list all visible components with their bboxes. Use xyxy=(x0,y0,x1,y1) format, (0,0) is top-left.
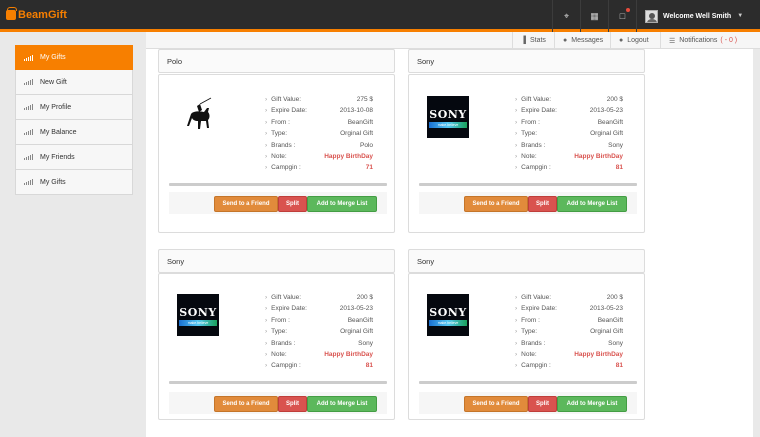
logout-label: Logout xyxy=(627,37,649,44)
progress-bar xyxy=(169,183,387,186)
comment-icon: ● xyxy=(619,37,624,44)
gift-card-title: Sony xyxy=(408,249,645,273)
sony-logo: SONY make.believe xyxy=(177,294,219,336)
notifications-link[interactable]: ☰ Notifications ( - 0 ) xyxy=(660,32,760,49)
send-to-friend-button[interactable]: Send to a Friend xyxy=(464,196,528,212)
sidebar-item-label: My Balance xyxy=(40,128,77,136)
split-button[interactable]: Split xyxy=(528,196,557,212)
messages-link[interactable]: ● Messages xyxy=(554,32,610,49)
progress-bar xyxy=(419,381,637,384)
sidebar-item-my-gifts-2[interactable]: My Gifts xyxy=(15,170,133,195)
avatar xyxy=(645,9,658,23)
user-name: Welcome Well Smith xyxy=(663,12,732,20)
gift-icon xyxy=(6,7,17,20)
gift-card: SONY make.believe Gift Value:200 $ Expir… xyxy=(158,273,395,420)
bar-chart-icon xyxy=(24,154,34,160)
bar-chart-icon xyxy=(24,54,34,61)
notification-dot xyxy=(626,8,630,12)
grid-button[interactable]: ▦ xyxy=(580,0,608,32)
sub-nav: ▐ Stats ● Messages ● Logout ☰ Notificati… xyxy=(146,32,760,49)
logout-link[interactable]: ● Logout xyxy=(610,32,660,49)
bar-chart-icon xyxy=(24,104,34,110)
gift-info: Gift Value:200 $ Expire Date:2013-05-23 … xyxy=(265,294,373,374)
split-button[interactable]: Split xyxy=(278,196,307,212)
user-menu[interactable]: Welcome Well Smith ▼ xyxy=(636,0,760,32)
gift-card: SONY make.believe Gift Value:200 $ Expir… xyxy=(408,74,645,233)
messages-label: Messages xyxy=(571,37,604,44)
bar-chart-icon xyxy=(24,79,34,85)
gift-actions: Send to a Friend Split Add to Merge List xyxy=(464,396,627,412)
send-to-friend-button[interactable]: Send to a Friend xyxy=(214,396,278,412)
sidebar-item-my-balance[interactable]: My Balance xyxy=(15,120,133,145)
chat-icon: □ xyxy=(619,11,626,21)
stats-label: Stats xyxy=(529,37,546,44)
sidebar: My Gifts New Gift My Profile My Balance … xyxy=(15,45,133,195)
add-to-merge-list-button[interactable]: Add to Merge List xyxy=(307,396,377,412)
split-button[interactable]: Split xyxy=(278,396,307,412)
bar-chart-icon xyxy=(24,129,34,135)
gift-card: SONY make.believe Gift Value:200 $ Expir… xyxy=(408,273,645,420)
gift-card-title: Sony xyxy=(408,49,645,73)
sidebar-item-label: My Friends xyxy=(40,153,75,161)
bar-chart-icon: ▐ xyxy=(521,37,526,44)
gift-card: Gift Value:275 $ Expire Date:2013-10-08 … xyxy=(158,74,395,233)
brand-logo[interactable]: BeamGift xyxy=(6,7,67,21)
fullscreen-button[interactable]: ⌖ xyxy=(552,0,580,32)
split-button[interactable]: Split xyxy=(528,396,557,412)
stats-link[interactable]: ▐ Stats xyxy=(512,32,554,49)
sidebar-item-my-friends[interactable]: My Friends xyxy=(15,145,133,170)
fullscreen-icon: ⌖ xyxy=(563,10,570,21)
add-to-merge-list-button[interactable]: Add to Merge List xyxy=(557,196,627,212)
notifications-count: ( - 0 ) xyxy=(720,37,738,44)
chat-button[interactable]: □ xyxy=(608,0,636,32)
sony-logo: SONY make.believe xyxy=(427,96,469,138)
polo-logo xyxy=(179,96,221,138)
progress-bar xyxy=(419,183,637,186)
comments-icon: ● xyxy=(563,37,568,44)
gift-info: Gift Value:200 $ Expire Date:2013-05-23 … xyxy=(515,294,623,374)
sidebar-item-new-gift[interactable]: New Gift xyxy=(15,70,133,95)
gift-actions: Send to a Friend Split Add to Merge List xyxy=(214,196,377,212)
polo-horse-icon xyxy=(187,97,212,129)
progress-bar xyxy=(169,381,387,384)
gift-card-title: Sony xyxy=(158,249,395,273)
send-to-friend-button[interactable]: Send to a Friend xyxy=(464,396,528,412)
add-to-merge-list-button[interactable]: Add to Merge List xyxy=(557,396,627,412)
send-to-friend-button[interactable]: Send to a Friend xyxy=(214,196,278,212)
sidebar-item-label: My Profile xyxy=(40,103,72,111)
sidebar-item-label: My Gifts xyxy=(40,54,66,61)
gift-actions: Send to a Friend Split Add to Merge List xyxy=(214,396,377,412)
sidebar-item-my-gifts[interactable]: My Gifts xyxy=(15,45,133,70)
grid-icon: ▦ xyxy=(590,10,599,21)
add-to-merge-list-button[interactable]: Add to Merge List xyxy=(307,196,377,212)
brand-name: BeamGift xyxy=(18,9,67,21)
top-bar: BeamGift ⌖ ▦ □ Welcome Well Smith ▼ xyxy=(0,0,760,32)
notifications-label: Notifications xyxy=(679,37,718,44)
sidebar-item-label: My Gifts xyxy=(40,178,66,186)
sidebar-item-my-profile[interactable]: My Profile xyxy=(15,95,133,120)
caret-down-icon: ▼ xyxy=(737,13,744,19)
gift-actions: Send to a Friend Split Add to Merge List xyxy=(464,196,627,212)
sidebar-item-label: New Gift xyxy=(40,78,67,86)
list-icon: ☰ xyxy=(669,37,676,45)
gift-info: Gift Value:200 $ Expire Date:2013-05-23 … xyxy=(515,96,623,176)
bar-chart-icon xyxy=(24,179,34,185)
gift-info: Gift Value:275 $ Expire Date:2013-10-08 … xyxy=(265,96,373,176)
sony-logo: SONY make.believe xyxy=(427,294,469,336)
frame-edge xyxy=(753,49,760,437)
gift-card-title: Polo xyxy=(158,49,395,73)
